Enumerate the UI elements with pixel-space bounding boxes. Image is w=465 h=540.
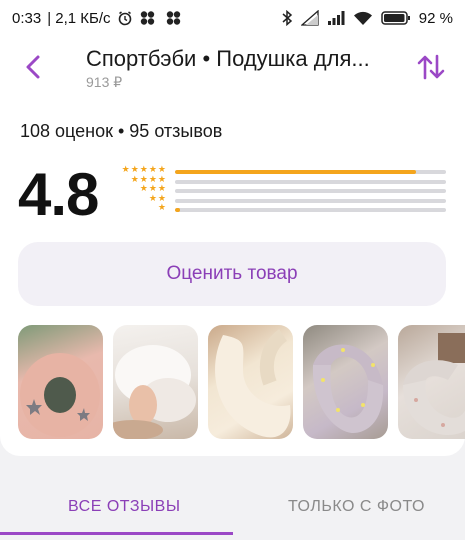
rating-row-5-stars: ★ ★ ★ ★ ★ <box>118 165 448 177</box>
review-tabs: ВСЕ ОТЗЫВЫ ТОЛЬКО С ФОТО <box>0 478 465 540</box>
star-icon: ★ <box>148 192 157 203</box>
bluetooth-icon <box>281 10 293 26</box>
review-photo[interactable] <box>208 325 293 439</box>
app-notification-icon-2 <box>165 10 185 26</box>
rating-bar-track <box>175 208 446 212</box>
star-icon: ★ <box>121 164 130 174</box>
star-icon: ★ <box>139 164 148 174</box>
review-photos-strip[interactable] <box>18 325 465 441</box>
signal-icon <box>327 10 345 26</box>
star-icon: ★ <box>148 183 157 193</box>
rate-product-button[interactable]: Оценить товар <box>18 242 446 306</box>
app-notification-icon <box>139 10 159 26</box>
star-icons: ★ <box>158 203 166 212</box>
star-icons: ★ ★ ★ ★ ★ <box>122 165 166 174</box>
review-photo[interactable] <box>303 325 388 439</box>
status-speed: | 2,1 КБ/с <box>47 9 111 27</box>
review-photo[interactable] <box>398 325 465 439</box>
star-icon: ★ <box>157 164 166 174</box>
status-bar: 0:33 | 2,1 КБ/с 92 % <box>0 0 465 36</box>
star-icon: ★ <box>139 183 148 193</box>
product-price: 913 ₽ <box>86 74 123 90</box>
tab-all-reviews[interactable]: ВСЕ ОТЗЫВЫ <box>68 498 181 516</box>
rating-bar-fill <box>175 170 417 174</box>
star-icon: ★ <box>157 202 166 212</box>
star-icons: ★ ★ ★ <box>140 184 166 193</box>
alarm-icon <box>117 10 133 26</box>
active-tab-indicator <box>0 532 233 535</box>
rating-bar-track <box>175 179 446 184</box>
top-bar: Спортбэби • Подушка для... 913 ₽ <box>0 36 465 104</box>
page-title: Спортбэби • Подушка для... <box>86 46 370 71</box>
average-rating: 4.8 <box>18 161 99 228</box>
rating-row-4-stars: ★ ★ ★ ★ <box>118 173 448 187</box>
rating-bar-track <box>175 189 446 193</box>
sort-icon <box>417 54 445 80</box>
sort-button[interactable] <box>414 50 448 84</box>
status-time: 0:33 <box>12 9 42 27</box>
star-icon: ★ <box>148 164 157 174</box>
star-icon: ★ <box>130 164 139 174</box>
rating-row-1-stars: ★ <box>118 203 448 215</box>
rating-distribution: ★ ★ ★ ★ ★ ★ ★ ★ ★ ★ ★ ★ ★ ★ ★ <box>118 165 448 215</box>
rating-summary-card: 108 оценок • 95 отзывов 4.8 ★ ★ ★ ★ ★ ★ ★ ★ ★ ★ ★ ★… <box>0 104 465 456</box>
battery-percent: 92 % <box>418 9 453 27</box>
sim-signal-icon <box>300 10 319 26</box>
back-button[interactable] <box>18 50 48 84</box>
star-icon: ★ <box>130 173 139 184</box>
star-icon: ★ <box>157 183 166 193</box>
rating-bar-track <box>175 170 446 174</box>
chevron-left-icon <box>26 55 40 79</box>
rating-bar-fill <box>175 208 180 212</box>
review-photo[interactable] <box>18 325 103 439</box>
rating-row-3-stars: ★ ★ ★ <box>118 184 448 196</box>
rating-row-2-stars: ★ ★ <box>118 192 448 206</box>
battery-icon <box>381 10 411 26</box>
tab-with-photo[interactable]: ТОЛЬКО С ФОТО <box>288 498 425 516</box>
rating-bar-track <box>175 198 446 203</box>
rating-counts: 108 оценок • 95 отзывов <box>20 121 223 141</box>
wifi-icon <box>353 10 373 26</box>
review-photo[interactable] <box>113 325 198 439</box>
